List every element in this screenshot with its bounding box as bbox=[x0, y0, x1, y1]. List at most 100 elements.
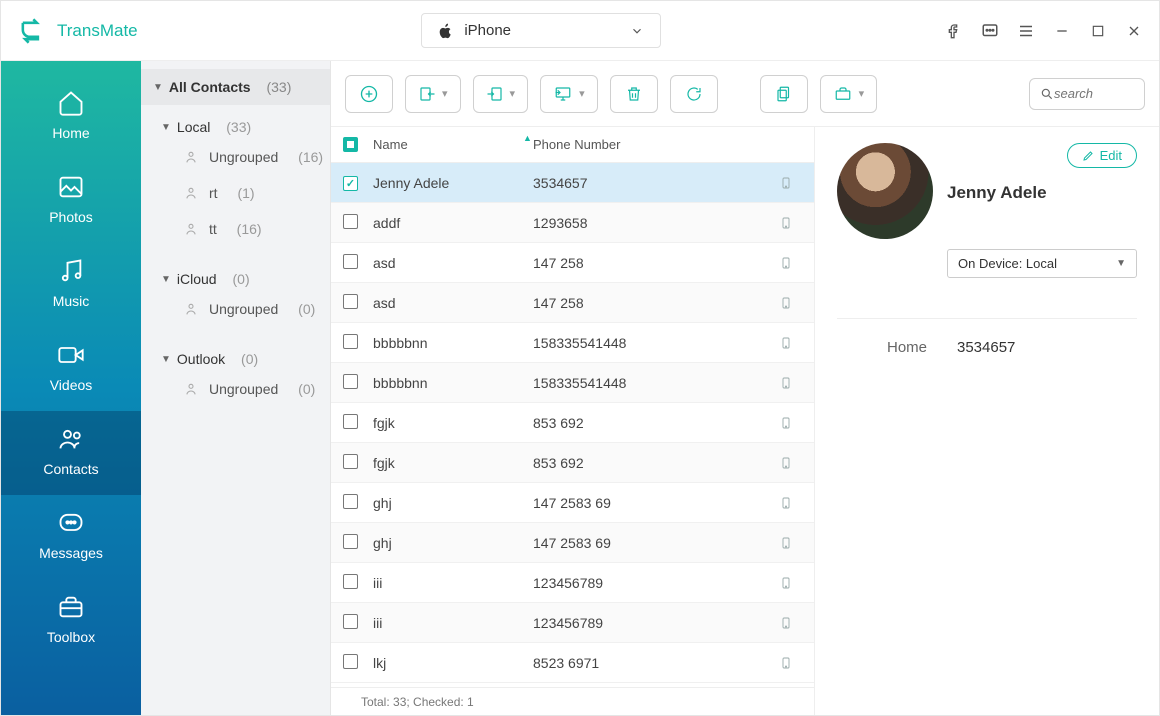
music-icon bbox=[57, 257, 85, 285]
import-button[interactable]: ▾ bbox=[405, 75, 461, 113]
table-row[interactable]: fgjk853 692 bbox=[331, 443, 814, 483]
tree-leaf[interactable]: tt (16) bbox=[161, 211, 330, 247]
row-name: addf bbox=[373, 215, 533, 231]
table-row[interactable]: Jenny Adele3534657 bbox=[331, 163, 814, 203]
nav-videos[interactable]: Videos bbox=[1, 327, 141, 411]
search-box[interactable] bbox=[1029, 78, 1145, 110]
row-checkbox[interactable] bbox=[343, 494, 358, 509]
device-icon bbox=[780, 335, 802, 351]
maximize-icon[interactable] bbox=[1089, 22, 1107, 40]
menu-icon[interactable] bbox=[1017, 22, 1035, 40]
tree-group[interactable]: ▼ iCloud (0) bbox=[161, 267, 330, 291]
row-phone: 147 2583 69 bbox=[533, 535, 780, 551]
row-checkbox[interactable] bbox=[343, 374, 358, 389]
detail-name: Jenny Adele bbox=[947, 183, 1047, 203]
sort-asc-icon: ▲ bbox=[523, 133, 532, 143]
table-row[interactable]: asd147 258 bbox=[331, 283, 814, 323]
table-row[interactable]: iii123456789 bbox=[331, 603, 814, 643]
tree-leaf[interactable]: Ungrouped (0) bbox=[161, 291, 330, 327]
close-icon[interactable] bbox=[1125, 22, 1143, 40]
delete-button[interactable] bbox=[610, 75, 658, 113]
add-button[interactable] bbox=[345, 75, 393, 113]
table-row[interactable]: bbbbbnn158335541448 bbox=[331, 363, 814, 403]
table-row[interactable]: bbbbbnn158335541448 bbox=[331, 323, 814, 363]
contact-detail-panel: Jenny Adele Edit On Device: Local ▼ Home… bbox=[815, 127, 1159, 715]
row-checkbox[interactable] bbox=[343, 614, 358, 629]
row-name: asd bbox=[373, 295, 533, 311]
merge-button[interactable] bbox=[760, 75, 808, 113]
tree-group[interactable]: ▼ Local (33) bbox=[161, 115, 330, 139]
logo-icon bbox=[17, 17, 45, 45]
device-selector[interactable]: iPhone bbox=[421, 13, 661, 48]
toolbar: ▾ ▾ ▾ ▾ bbox=[331, 61, 1159, 127]
column-name[interactable]: Name▲ bbox=[373, 137, 533, 152]
feedback-icon[interactable] bbox=[981, 22, 999, 40]
minimize-icon[interactable] bbox=[1053, 22, 1071, 40]
side-nav: Home Photos Music Videos Contacts Messag… bbox=[1, 61, 141, 715]
tree-leaf[interactable]: rt (1) bbox=[161, 175, 330, 211]
row-name: Jenny Adele bbox=[373, 175, 533, 191]
nav-messages[interactable]: Messages bbox=[1, 495, 141, 579]
nav-toolbox[interactable]: Toolbox bbox=[1, 579, 141, 663]
device-icon bbox=[780, 175, 802, 191]
device-icon bbox=[780, 255, 802, 271]
table-row[interactable]: addf1293658 bbox=[331, 203, 814, 243]
row-checkbox[interactable] bbox=[343, 294, 358, 309]
refresh-button[interactable] bbox=[670, 75, 718, 113]
checkbox-all[interactable] bbox=[343, 137, 358, 152]
device-location-select[interactable]: On Device: Local ▼ bbox=[947, 249, 1137, 278]
row-phone: 123456789 bbox=[533, 575, 780, 591]
nav-contacts[interactable]: Contacts bbox=[1, 411, 141, 495]
row-phone: 158335541448 bbox=[533, 335, 780, 351]
device-icon bbox=[780, 295, 802, 311]
contacts-table-body[interactable]: Jenny Adele3534657addf1293658asd147 258a… bbox=[331, 163, 814, 687]
tree-leaf[interactable]: Ungrouped (16) bbox=[161, 139, 330, 175]
row-checkbox[interactable] bbox=[343, 176, 358, 191]
avatar bbox=[837, 143, 933, 239]
row-name: iii bbox=[373, 575, 533, 591]
nav-music[interactable]: Music bbox=[1, 243, 141, 327]
search-icon bbox=[1040, 87, 1054, 101]
column-phone[interactable]: Phone Number bbox=[533, 137, 802, 152]
app-name: TransMate bbox=[57, 21, 138, 41]
row-name: asd bbox=[373, 255, 533, 271]
device-icon bbox=[780, 535, 802, 551]
edit-button[interactable]: Edit bbox=[1067, 143, 1137, 168]
row-checkbox[interactable] bbox=[343, 534, 358, 549]
row-checkbox[interactable] bbox=[343, 334, 358, 349]
search-input[interactable] bbox=[1054, 86, 1126, 101]
table-row[interactable]: ghj147 2583 69 bbox=[331, 483, 814, 523]
row-checkbox[interactable] bbox=[343, 254, 358, 269]
table-row[interactable]: asd147 258 bbox=[331, 243, 814, 283]
contacts-icon bbox=[57, 425, 85, 453]
row-checkbox[interactable] bbox=[343, 414, 358, 429]
row-phone: 8523 6971 bbox=[533, 655, 780, 671]
tree-header-all-contacts[interactable]: ▼ All Contacts (33) bbox=[141, 69, 330, 105]
tree-leaf[interactable]: Ungrouped (0) bbox=[161, 371, 330, 407]
row-name: iii bbox=[373, 615, 533, 631]
nav-home[interactable]: Home bbox=[1, 75, 141, 159]
to-pc-button[interactable]: ▾ bbox=[540, 75, 598, 113]
row-checkbox[interactable] bbox=[343, 574, 358, 589]
export-button[interactable]: ▾ bbox=[473, 75, 529, 113]
tree-group[interactable]: ▼ Outlook (0) bbox=[161, 347, 330, 371]
row-checkbox[interactable] bbox=[343, 654, 358, 669]
table-row[interactable]: fgjk853 692 bbox=[331, 403, 814, 443]
nav-photos[interactable]: Photos bbox=[1, 159, 141, 243]
person-icon bbox=[185, 221, 201, 237]
row-checkbox[interactable] bbox=[343, 214, 358, 229]
table-row[interactable]: iii123456789 bbox=[331, 563, 814, 603]
row-phone: 158335541448 bbox=[533, 375, 780, 391]
device-icon bbox=[780, 495, 802, 511]
table-row[interactable]: ghj147 2583 69 bbox=[331, 523, 814, 563]
toolbox-icon bbox=[57, 593, 85, 621]
facebook-icon[interactable] bbox=[945, 22, 963, 40]
table-header: Name▲ Phone Number bbox=[331, 127, 814, 163]
table-row[interactable]: lkj8523 6971 bbox=[331, 643, 814, 683]
row-checkbox[interactable] bbox=[343, 454, 358, 469]
device-label: iPhone bbox=[464, 22, 511, 39]
person-icon bbox=[185, 381, 201, 397]
row-phone: 853 692 bbox=[533, 415, 780, 431]
group-button[interactable]: ▾ bbox=[820, 75, 878, 113]
row-phone: 1293658 bbox=[533, 215, 780, 231]
